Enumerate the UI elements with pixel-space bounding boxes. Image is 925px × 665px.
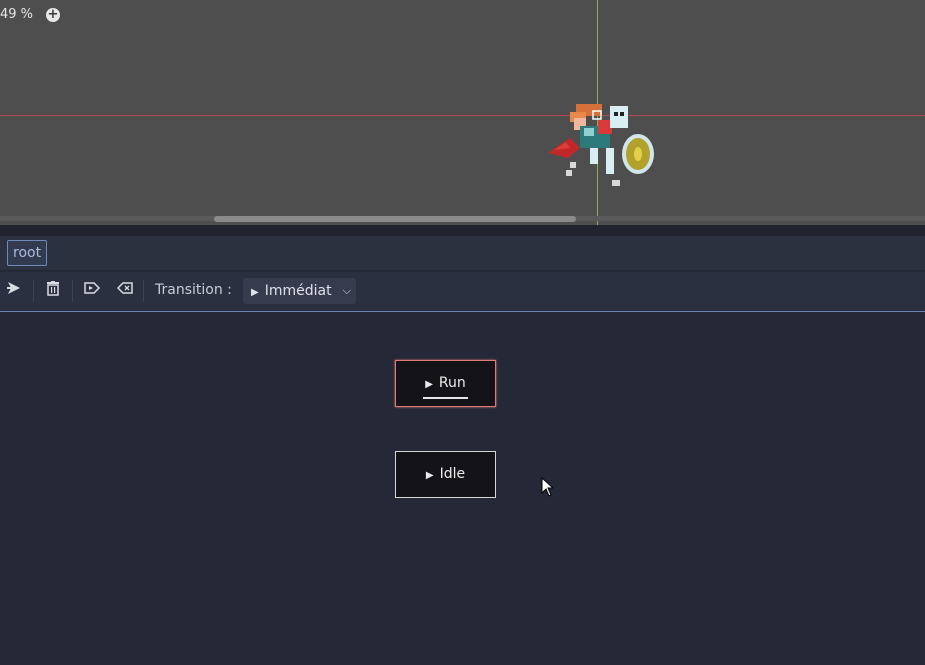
toolbar-separator [143,280,144,302]
path-bar [0,236,925,271]
horizontal-scrollbar-thumb[interactable] [214,216,576,222]
play-icon[interactable]: ▶ [426,470,434,481]
play-mode-icon[interactable] [82,281,102,301]
transition-label: Transition : [155,282,232,298]
play-icon: ▶ [251,287,259,298]
path-root-button[interactable]: root [7,240,48,266]
transition-value: Immédiat [264,283,332,299]
start-state-indicator [423,397,468,399]
delete-icon[interactable] [43,281,63,301]
zoom-level: 49 % [0,7,34,22]
character-sprite[interactable] [540,98,658,190]
state-machine-toolbar [0,272,925,310]
state-node-run[interactable]: ▶ Run [395,360,496,407]
chevron-down-icon: ⌵ [342,284,351,297]
state-node-label: Run [438,375,466,391]
horizontal-axis-line [0,115,925,116]
canvas-viewport[interactable]: 49 % + [0,0,925,225]
play-icon[interactable]: ▶ [425,379,433,390]
panel-splitter[interactable] [0,225,925,236]
graph-top-border [0,311,925,312]
remove-icon[interactable] [115,281,135,301]
state-node-label: Idle [439,466,466,482]
zoom-in-icon[interactable]: + [46,8,60,22]
toolbar-separator [72,280,73,302]
mouse-cursor-icon [541,477,553,497]
connect-icon[interactable] [4,281,24,301]
state-node-idle[interactable]: ▶ Idle [395,451,496,498]
toolbar-separator [33,280,34,302]
transition-type-dropdown[interactable]: ▶ Immédiat ⌵ [243,278,356,304]
